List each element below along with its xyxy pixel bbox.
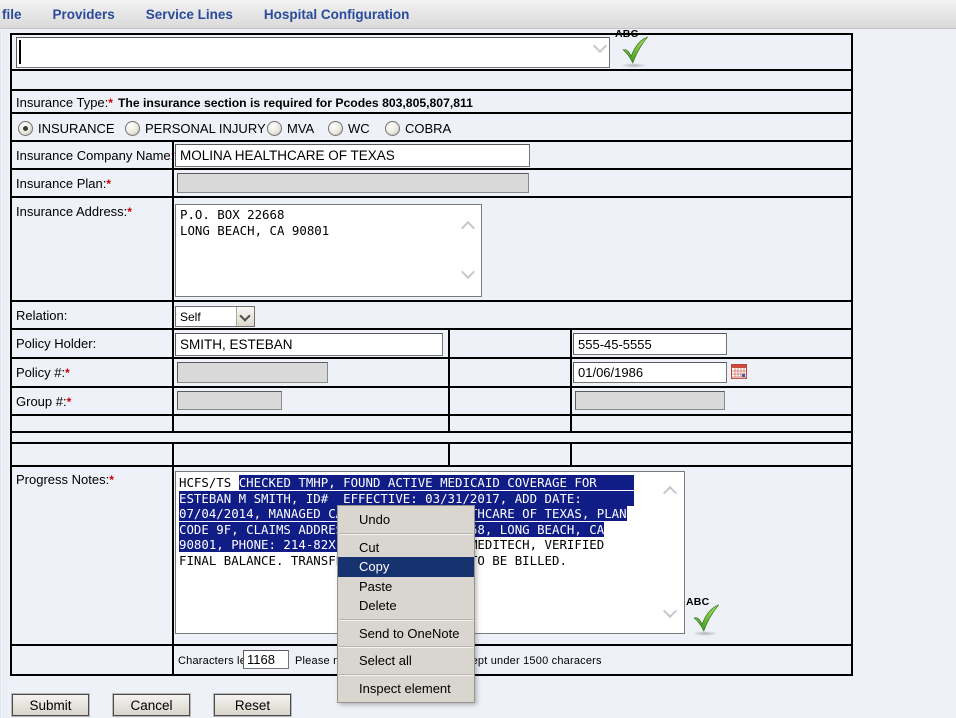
top-text-input[interactable] [16, 37, 610, 68]
scroll-down-icon[interactable] [593, 39, 607, 53]
calendar-icon[interactable] [731, 364, 747, 379]
context-menu-item-cut[interactable]: Cut [338, 538, 474, 558]
radio-option-label: WC [348, 121, 370, 136]
radio-option-label: MVA [287, 121, 314, 136]
menu-separator [339, 619, 473, 621]
radio-icon[interactable] [125, 121, 140, 136]
policy-number-row: Policy #:* DOB:* [12, 359, 851, 388]
context-menu-item-delete[interactable]: Delete [338, 596, 474, 616]
characters-left-input[interactable] [243, 650, 289, 669]
submit-button[interactable]: Submit [12, 694, 89, 716]
ssn-input[interactable] [573, 333, 727, 355]
relation-select[interactable]: Self [175, 306, 255, 327]
company-name-input[interactable] [175, 144, 530, 167]
insurance-plan-input-disabled [177, 173, 529, 193]
company-name-label: Insurance Company Name: [16, 148, 174, 163]
text-cursor [19, 40, 21, 64]
insurance-option-personal-injury[interactable]: PERSONAL INJURY [125, 121, 266, 136]
relation-selected-value: Self [180, 310, 201, 324]
insurance-address-label: Insurance Address: [16, 204, 127, 219]
radio-option-label: PERSONAL INJURY [145, 121, 266, 136]
nav-item-file[interactable]: file [2, 7, 22, 22]
policy-holder-row: Policy Holder: SSN:* [12, 330, 851, 359]
radio-option-label: INSURANCE [38, 121, 115, 136]
policy-number-label: Policy #: [16, 365, 65, 380]
policy-number-input-disabled [177, 362, 328, 383]
green-check-icon [692, 604, 719, 632]
context-menu-item-inspect-element[interactable]: Inspect element [338, 679, 474, 699]
spellcheck-button[interactable]: ABC [686, 596, 722, 636]
insurance-plan-row: Insurance Plan:* [12, 170, 851, 198]
context-menu-item-undo[interactable]: Undo [338, 510, 474, 530]
relation-row: Relation: Self [12, 302, 851, 330]
top-navigation: file Providers Service Lines Hospital Co… [0, 0, 956, 29]
insurance-option-mva[interactable]: MVA [267, 121, 314, 136]
radio-icon[interactable] [267, 121, 282, 136]
form-action-buttons: Submit Cancel Reset [12, 694, 291, 716]
relation-label: Relation: [16, 308, 67, 323]
context-menu: Undo CutCopyPasteDelete Send to OneNote Sel… [337, 505, 475, 703]
insurance-plan-label: Insurance Plan: [16, 176, 106, 191]
insurance-option-insurance[interactable]: INSURANCE [18, 121, 115, 136]
radio-icon[interactable] [385, 121, 400, 136]
empty-row [12, 433, 851, 444]
insurance-form-page: { "nav": { "items": [ {"label": "file"},… [0, 0, 956, 718]
insurance-address-row: Insurance Address:* P.O. BOX 22668 LONG … [12, 198, 851, 302]
context-menu-item-paste[interactable]: Paste [338, 577, 474, 597]
radio-option-label: COBRA [405, 121, 451, 136]
selected-text: ESTEBAN M SMITH, ID# EFFECTIVE: 03/31/20… [179, 491, 634, 506]
top-input-row [12, 35, 851, 71]
nav-item-hospital-configuration[interactable]: Hospital Configuration [264, 7, 410, 22]
menu-separator [339, 646, 473, 648]
characters-left-label: Characters left [178, 655, 253, 667]
left-gutter [0, 30, 9, 718]
context-menu-item-copy[interactable]: Copy [338, 557, 474, 577]
insurance-option-wc[interactable]: WC [328, 121, 370, 136]
context-menu-item-send-to-onenote[interactable]: Send to OneNote [338, 624, 474, 644]
green-check-icon [621, 36, 648, 64]
insurance-type-row: Insurance Type:*The insurance section is… [12, 91, 851, 114]
cancel-button[interactable]: Cancel [113, 694, 190, 716]
address-line: LONG BEACH, CA 90801 [180, 223, 477, 239]
progress-note-line: ESTEBAN M SMITH, ID# EFFECTIVE: 03/31/20… [179, 491, 684, 507]
spellcheck-button[interactable]: ABC [615, 28, 651, 68]
insurance-type-note: The insurance section is required for Pc… [113, 96, 473, 110]
policy-holder-input[interactable] [175, 333, 443, 356]
select-dropdown-button[interactable] [236, 307, 254, 326]
policy-holder-label: Policy Holder: [16, 336, 96, 351]
progress-note-line: HCFS/TS CHECKED TMHP, FOUND ACTIVE MEDIC… [179, 475, 684, 491]
empty-row [12, 71, 851, 91]
note-text: HCFS/TS [179, 475, 239, 490]
insurance-address-textarea[interactable]: P.O. BOX 22668 LONG BEACH, CA 90801 [175, 204, 482, 297]
nav-item-service-lines[interactable]: Service Lines [146, 7, 233, 22]
scroll-down-icon[interactable] [461, 265, 475, 279]
scroll-down-icon[interactable] [663, 604, 677, 618]
context-menu-item-select-all[interactable]: Select all [338, 651, 474, 671]
dob-input[interactable] [573, 362, 727, 383]
menu-separator [339, 674, 473, 676]
selected-text: CHECKED TMHP, FOUND ACTIVE MEDICAID COVE… [239, 475, 634, 490]
radio-icon[interactable] [328, 121, 343, 136]
radio-selected-icon[interactable] [18, 121, 33, 136]
reset-button[interactable]: Reset [214, 694, 291, 716]
empty-row [12, 416, 851, 433]
group-number-label: Group #: [16, 394, 67, 409]
progress-notes-label: Progress Notes: [16, 472, 109, 487]
insurance-type-label: Insurance Type: [16, 95, 108, 110]
group-number-row: Group #:* POE:* [12, 388, 851, 416]
poe-input-disabled [575, 391, 725, 410]
insurance-option-row: INSURANCE PERSONAL INJURY MVA WC COBRA [12, 114, 851, 142]
group-number-input-disabled [177, 391, 282, 410]
empty-row [12, 444, 851, 467]
nav-item-providers[interactable]: Providers [53, 7, 115, 22]
menu-separator [339, 533, 473, 535]
address-line: P.O. BOX 22668 [180, 207, 477, 223]
company-name-row: Insurance Company Name:* [12, 142, 851, 170]
insurance-option-cobra[interactable]: COBRA [385, 121, 451, 136]
chevron-down-icon [239, 310, 250, 321]
